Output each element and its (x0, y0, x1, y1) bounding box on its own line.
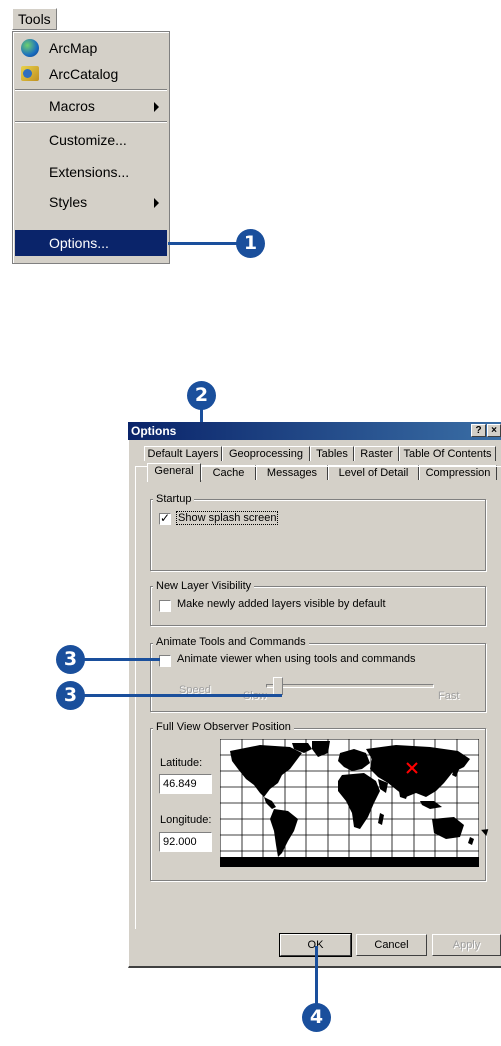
show-splash-label[interactable]: Show splash screen (176, 511, 279, 525)
startup-group-label: Startup (153, 493, 195, 505)
menu-item-extensions[interactable]: Extensions... (15, 159, 167, 185)
callout-line (168, 242, 238, 245)
world-map[interactable] (220, 739, 479, 867)
close-button[interactable]: × (487, 424, 501, 437)
menu-item-arccatalog[interactable]: ArcCatalog (15, 61, 167, 87)
menu-item-arcmap[interactable]: ArcMap (15, 35, 167, 61)
startup-group (150, 499, 486, 571)
cancel-button[interactable]: Cancel (356, 934, 427, 956)
menu-item-label: Styles (49, 194, 88, 210)
dialog-title-bar: Options (128, 422, 501, 440)
make-visible-checkbox[interactable] (159, 600, 171, 612)
tab-tables[interactable]: Tables (310, 446, 354, 461)
tools-menu-dropdown: ArcMap ArcCatalog Macros Customize... Ex… (12, 31, 170, 264)
observer-group-label: Full View Observer Position (153, 721, 294, 733)
show-splash-checkbox[interactable] (159, 511, 171, 525)
submenu-arrow-icon (154, 198, 159, 208)
latitude-field[interactable]: 46.849 (159, 774, 212, 794)
dialog-title: Options (131, 424, 177, 438)
help-button[interactable]: ? (471, 424, 486, 437)
animate-group-label: Animate Tools and Commands (153, 636, 309, 648)
menu-item-label: Options... (49, 235, 109, 251)
animate-viewer-checkbox[interactable] (159, 655, 171, 667)
callout-4: 4 (302, 1003, 331, 1032)
menu-item-label: Extensions... (49, 164, 130, 180)
tab-default-layers[interactable]: Default Layers (144, 446, 222, 461)
menu-item-styles[interactable]: Styles (15, 189, 167, 215)
arccatalog-icon (21, 66, 39, 81)
layer-visibility-group-label: New Layer Visibility (153, 580, 255, 592)
menu-item-customize[interactable]: Customize... (15, 127, 167, 153)
submenu-arrow-icon (154, 102, 159, 112)
callout-2: 2 (187, 381, 216, 410)
tab-geoprocessing[interactable]: Geoprocessing (222, 446, 310, 461)
callout-line (84, 658, 160, 661)
longitude-label: Longitude: (160, 814, 212, 826)
tools-menu-title[interactable]: Tools (12, 8, 57, 30)
speed-slider-thumb[interactable] (272, 677, 283, 695)
speed-slider-track[interactable] (266, 684, 434, 688)
tab-general[interactable]: General (147, 463, 201, 482)
callout-3: 3 (56, 645, 85, 674)
tab-table-of-contents[interactable]: Table Of Contents (399, 446, 496, 461)
callout-line (315, 946, 318, 1006)
menu-item-label: Customize... (49, 132, 127, 148)
fast-label: Fast (438, 690, 460, 702)
latitude-label: Latitude: (160, 757, 203, 769)
menu-separator (15, 121, 167, 123)
menu-item-label: ArcCatalog (49, 66, 119, 82)
longitude-field[interactable]: 92.000 (159, 832, 212, 852)
apply-button[interactable]: Apply (432, 934, 501, 956)
callout-line (84, 694, 282, 697)
menu-separator (15, 89, 167, 91)
menu-item-label: Macros (49, 98, 95, 114)
menu-item-options[interactable]: Options... (15, 230, 167, 256)
callout-3: 3 (56, 681, 85, 710)
menu-item-label: ArcMap (49, 40, 98, 56)
tab-raster[interactable]: Raster (354, 446, 399, 461)
make-visible-label[interactable]: Make newly added layers visible by defau… (177, 598, 386, 610)
menu-item-macros[interactable]: Macros (15, 93, 167, 119)
arcmap-globe-icon (21, 39, 39, 57)
callout-1: 1 (236, 229, 265, 258)
animate-viewer-label[interactable]: Animate viewer when using tools and comm… (177, 653, 415, 665)
